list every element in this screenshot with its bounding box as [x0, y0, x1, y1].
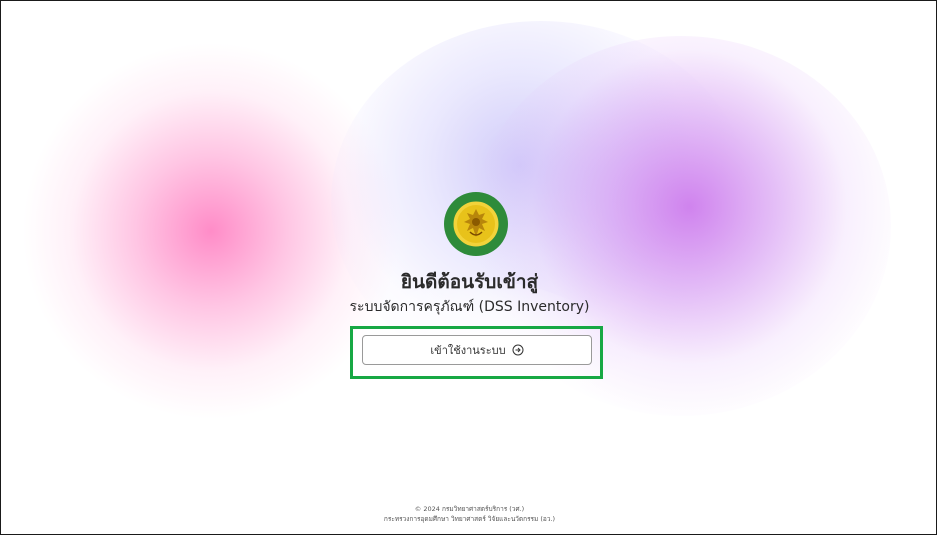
footer-copyright: © 2024 กรมวิทยาศาสตร์บริการ (วศ.): [414, 505, 525, 513]
footer-ministry: กระทรวงการอุดมศึกษา วิทยาศาสตร์ วิจัยและ…: [383, 515, 556, 523]
login-button-label: เข้าใช้งานระบบ: [430, 344, 506, 357]
login-button[interactable]: เข้าใช้งานระบบ: [362, 335, 592, 365]
welcome-title: ยินดีต้อนรับเข้าสู่: [400, 271, 539, 293]
arrow-circle-right-icon: [512, 344, 524, 356]
department-logo: [443, 191, 509, 257]
footer: © 2024 กรมวิทยาศาสตร์บริการ (วศ.) กระทรว…: [1, 504, 936, 524]
page-frame: ยินดีต้อนรับเข้าสู่ ระบบจัดการครุภัณฑ์ (…: [0, 0, 937, 535]
background-pink-blob: [21, 41, 401, 421]
system-subtitle: ระบบจัดการครุภัณฑ์ (DSS Inventory): [349, 299, 590, 315]
